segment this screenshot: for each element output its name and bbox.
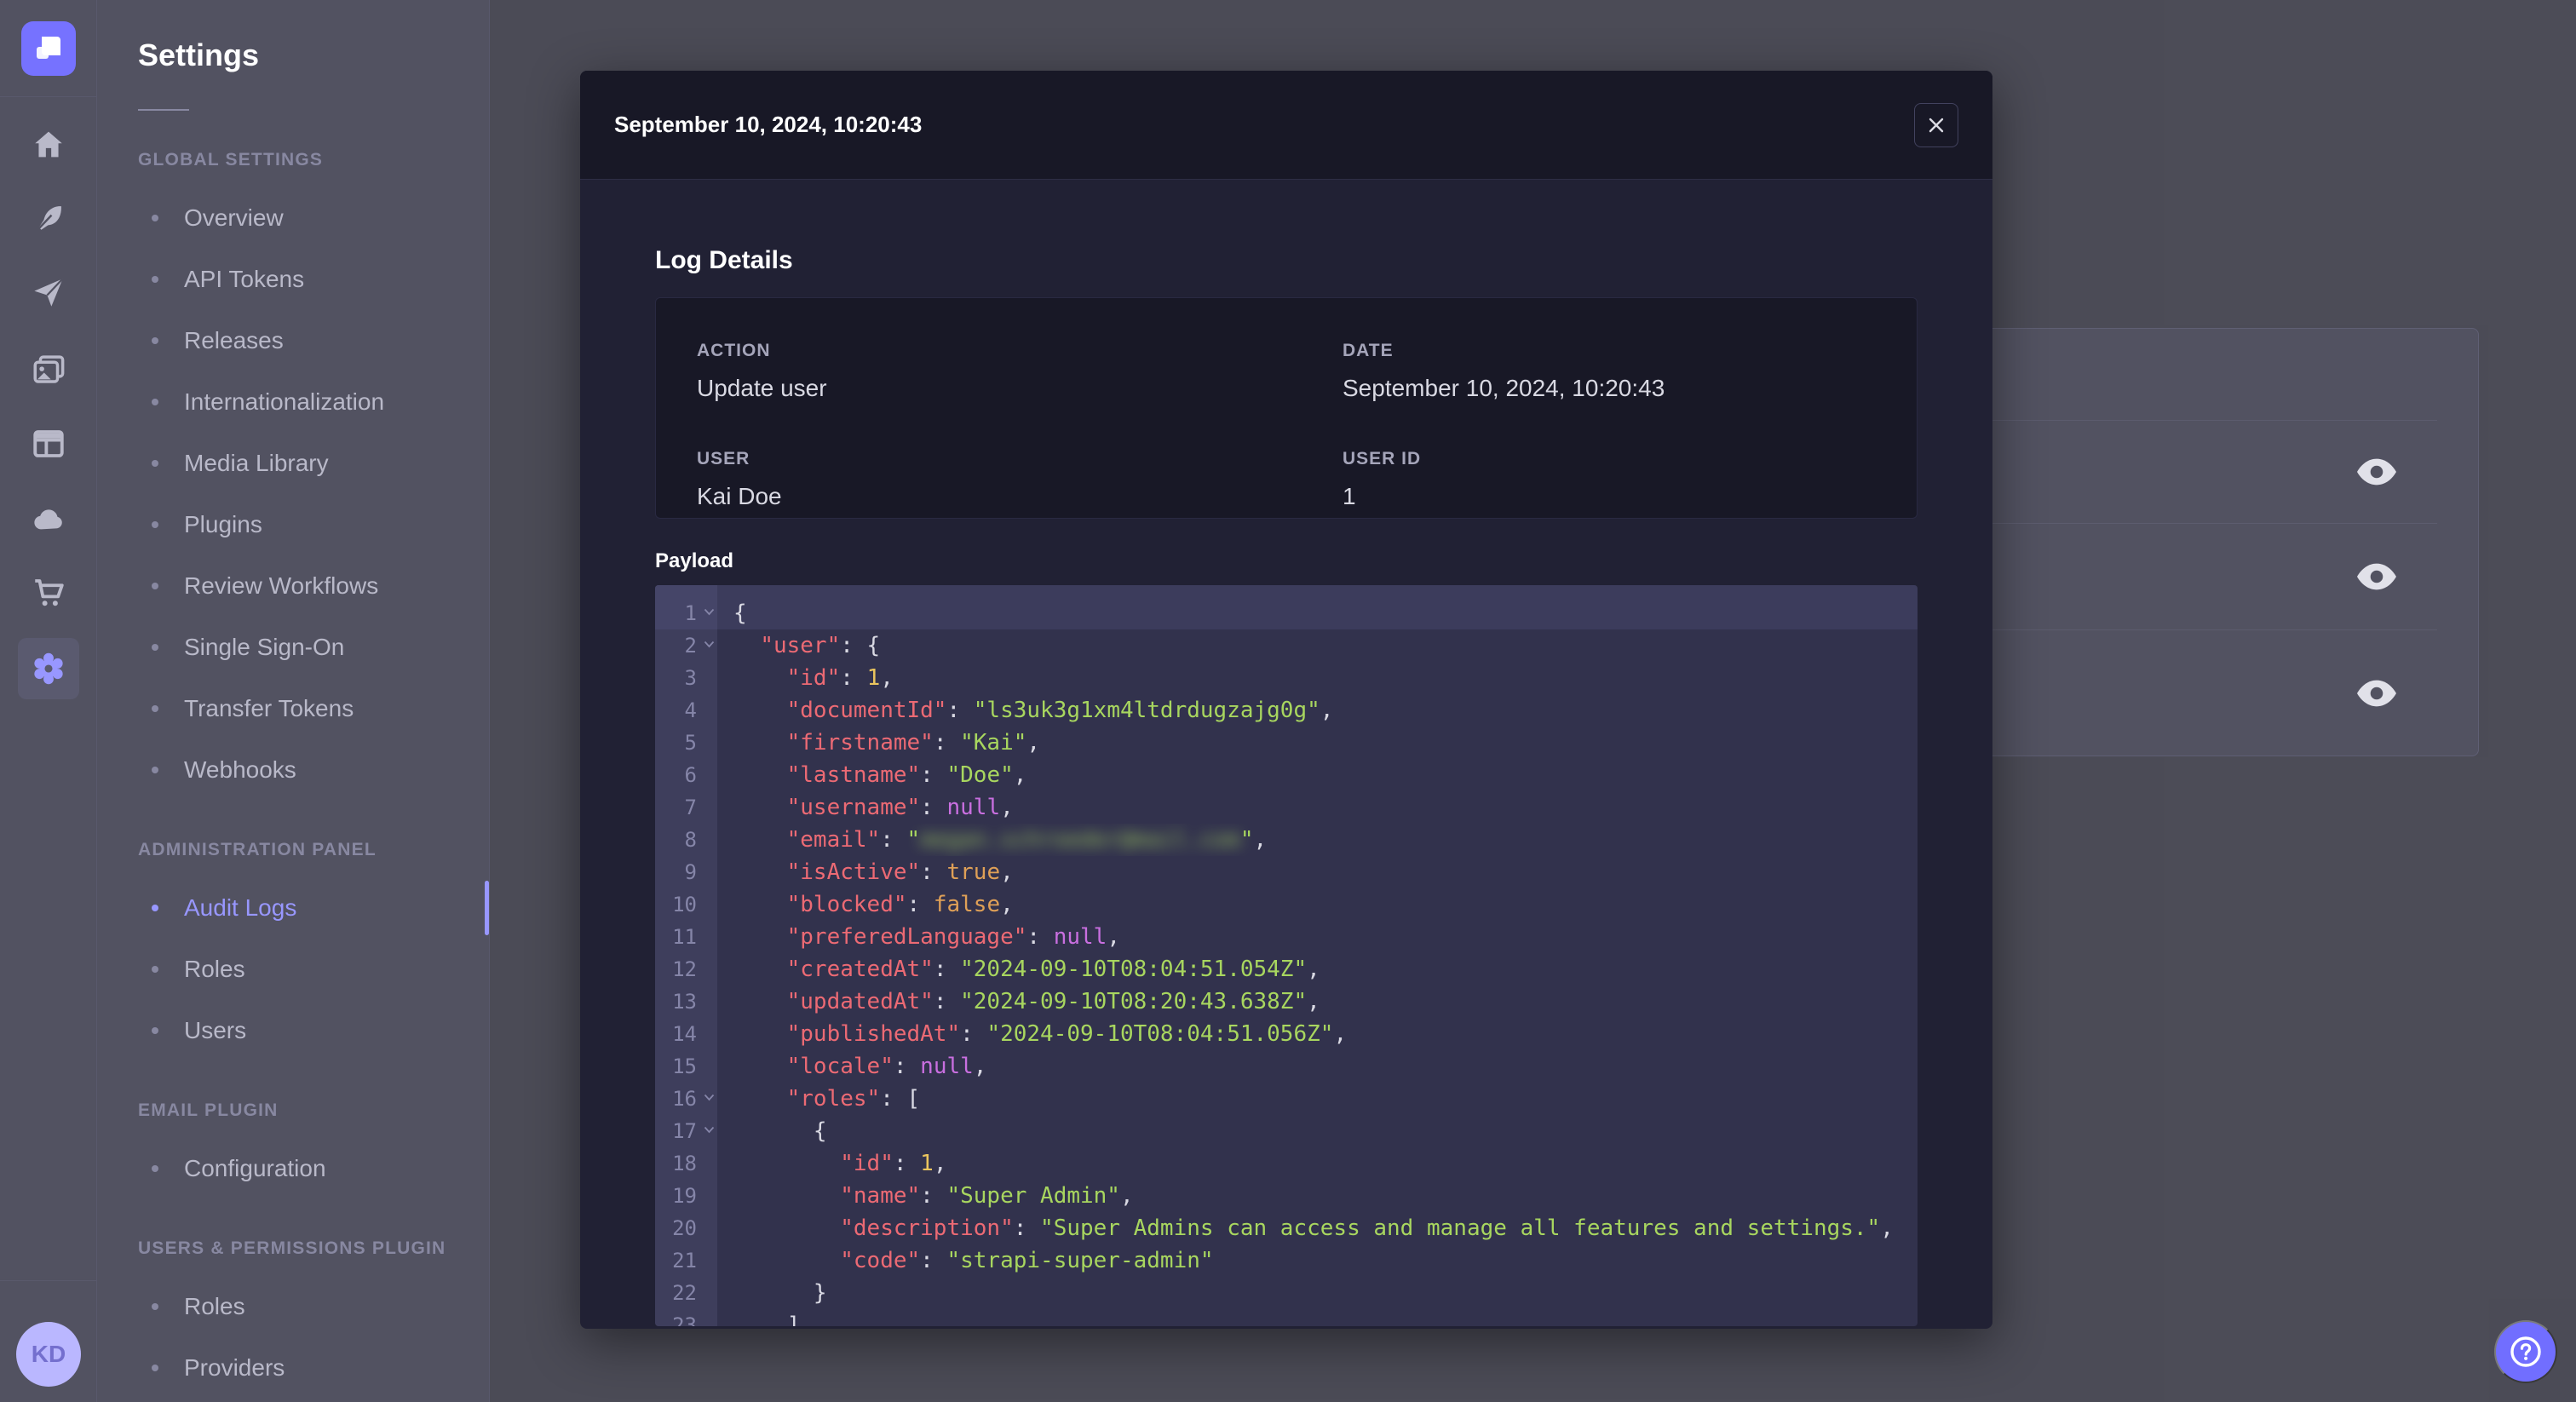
code-line-12: 12 "createdAt": "2024-09-10T08:04:51.054… <box>655 953 1918 985</box>
code-line-13: 13 "updatedAt": "2024-09-10T08:20:43.638… <box>655 985 1918 1018</box>
line-number: 8 <box>655 824 717 856</box>
line-number: 21 <box>655 1244 717 1277</box>
code-line-3: 3 "id": 1, <box>655 662 1918 694</box>
code-text: "user": { <box>760 633 881 658</box>
field-user-id: USER ID 1 <box>1343 449 1917 518</box>
code-line-21: 21 "code": "strapi-super-admin" <box>655 1244 1918 1277</box>
modal-title: September 10, 2024, 10:20:43 <box>614 112 923 137</box>
line-number: 22 <box>655 1277 717 1309</box>
modal-body: Log Details ACTION Update user DATE Sept… <box>580 246 1992 1326</box>
line-number: 14 <box>655 1018 717 1050</box>
field-value: September 10, 2024, 10:20:43 <box>1343 375 1665 401</box>
code-text: "isActive": true, <box>786 859 1014 885</box>
line-number: 5 <box>655 727 717 759</box>
code-line-11: 11 "preferedLanguage": null, <box>655 921 1918 953</box>
code-text: "createdAt": "2024-09-10T08:04:51.054Z", <box>786 957 1320 982</box>
fold-chevron-icon[interactable] <box>704 641 715 648</box>
code-text: "documentId": "ls3uk3g1xm4ltdrdugzajg0g"… <box>786 698 1334 723</box>
code-text: "updatedAt": "2024-09-10T08:20:43.638Z", <box>786 989 1320 1014</box>
field-user: USER Kai Doe <box>697 449 1343 518</box>
line-number: 4 <box>655 694 717 727</box>
code-text: "publishedAt": "2024-09-10T08:04:51.056Z… <box>786 1021 1348 1047</box>
code-text: { <box>733 1118 827 1144</box>
code-line-2: 2 "user": { <box>655 629 1918 662</box>
line-number: 23 <box>655 1309 717 1326</box>
code-line-8: 8 "email": "megan.schroeder@mail.com", <box>655 824 1918 856</box>
code-line-6: 6 "lastname": "Doe", <box>655 759 1918 791</box>
code-text: "roles": [ <box>786 1086 921 1112</box>
line-number: 1 <box>655 597 717 629</box>
line-number: 16 <box>655 1083 717 1115</box>
log-details-card: ACTION Update user DATE September 10, 20… <box>655 297 1918 519</box>
editor-padding <box>655 585 1918 597</box>
code-line-23: 23 ] <box>655 1309 1918 1326</box>
code-line-17: 17 { <box>655 1115 1918 1147</box>
line-number: 9 <box>655 856 717 888</box>
code-text: "username": null, <box>786 795 1014 820</box>
fold-chevron-icon[interactable] <box>704 608 715 616</box>
code-line-1: 1{ <box>655 597 1918 629</box>
line-number: 19 <box>655 1180 717 1212</box>
line-number: 7 <box>655 791 717 824</box>
field-value: Update user <box>697 375 827 401</box>
code-line-22: 22 } <box>655 1277 1918 1309</box>
code-line-19: 19 "name": "Super Admin", <box>655 1180 1918 1212</box>
line-number: 6 <box>655 759 717 791</box>
code-text: "email": "megan.schroeder@mail.com", <box>786 827 1268 853</box>
code-text: } <box>733 1280 827 1306</box>
field-label: USER <box>697 449 750 468</box>
line-number: 3 <box>655 662 717 694</box>
field-date: DATE September 10, 2024, 10:20:43 <box>1343 341 1917 410</box>
code-line-20: 20 "description": "Super Admins can acce… <box>655 1212 1918 1244</box>
fold-chevron-icon[interactable] <box>704 1126 715 1134</box>
code-line-7: 7 "username": null, <box>655 791 1918 824</box>
code-line-9: 9 "isActive": true, <box>655 856 1918 888</box>
close-button[interactable] <box>1914 102 1958 147</box>
line-number: 17 <box>655 1115 717 1147</box>
code-text: "preferedLanguage": null, <box>786 924 1120 950</box>
line-number: 12 <box>655 953 717 985</box>
field-label: ACTION <box>697 341 771 360</box>
code-text: "blocked": false, <box>786 892 1014 917</box>
code-text: "description": "Super Admins can access … <box>840 1215 1894 1241</box>
code-text: "id": 1, <box>786 665 894 691</box>
field-action: ACTION Update user <box>697 341 1343 410</box>
code-line-14: 14 "publishedAt": "2024-09-10T08:04:51.0… <box>655 1018 1918 1050</box>
code-line-10: 10 "blocked": false, <box>655 888 1918 921</box>
code-line-16: 16 "roles": [ <box>655 1083 1918 1115</box>
log-details-heading: Log Details <box>655 246 793 274</box>
line-number: 11 <box>655 921 717 953</box>
field-value: 1 <box>1343 483 1356 509</box>
line-number: 13 <box>655 985 717 1018</box>
line-number: 20 <box>655 1212 717 1244</box>
code-text: "lastname": "Doe", <box>786 762 1027 788</box>
field-label: USER ID <box>1343 449 1422 468</box>
payload-label: Payload <box>655 549 734 572</box>
line-number: 15 <box>655 1050 717 1083</box>
code-text: "firstname": "Kai", <box>786 730 1041 756</box>
code-line-15: 15 "locale": null, <box>655 1050 1918 1083</box>
code-text: { <box>733 600 747 626</box>
field-label: DATE <box>1343 341 1394 360</box>
code-text: "id": 1, <box>840 1151 947 1176</box>
line-number: 10 <box>655 888 717 921</box>
close-icon <box>1929 118 1944 132</box>
log-details-modal: September 10, 2024, 10:20:43 Log Details… <box>580 71 1992 1329</box>
line-number: 18 <box>655 1147 717 1180</box>
code-text: "name": "Super Admin", <box>840 1183 1134 1209</box>
code-line-18: 18 "id": 1, <box>655 1147 1918 1180</box>
code-text: ] <box>733 1313 801 1326</box>
code-line-4: 4 "documentId": "ls3uk3g1xm4ltdrdugzajg0… <box>655 694 1918 727</box>
code-text: "locale": null, <box>786 1054 987 1079</box>
line-number: 2 <box>655 629 717 662</box>
code-line-5: 5 "firstname": "Kai", <box>655 727 1918 759</box>
code-text: "code": "strapi-super-admin" <box>840 1248 1214 1273</box>
modal-header: September 10, 2024, 10:20:43 <box>580 71 1992 180</box>
payload-code-editor[interactable]: 1{2 "user": {3 "id": 1, 4 "documentId": "… <box>655 585 1918 1326</box>
fold-chevron-icon[interactable] <box>704 1094 715 1101</box>
field-value: Kai Doe <box>697 483 782 509</box>
